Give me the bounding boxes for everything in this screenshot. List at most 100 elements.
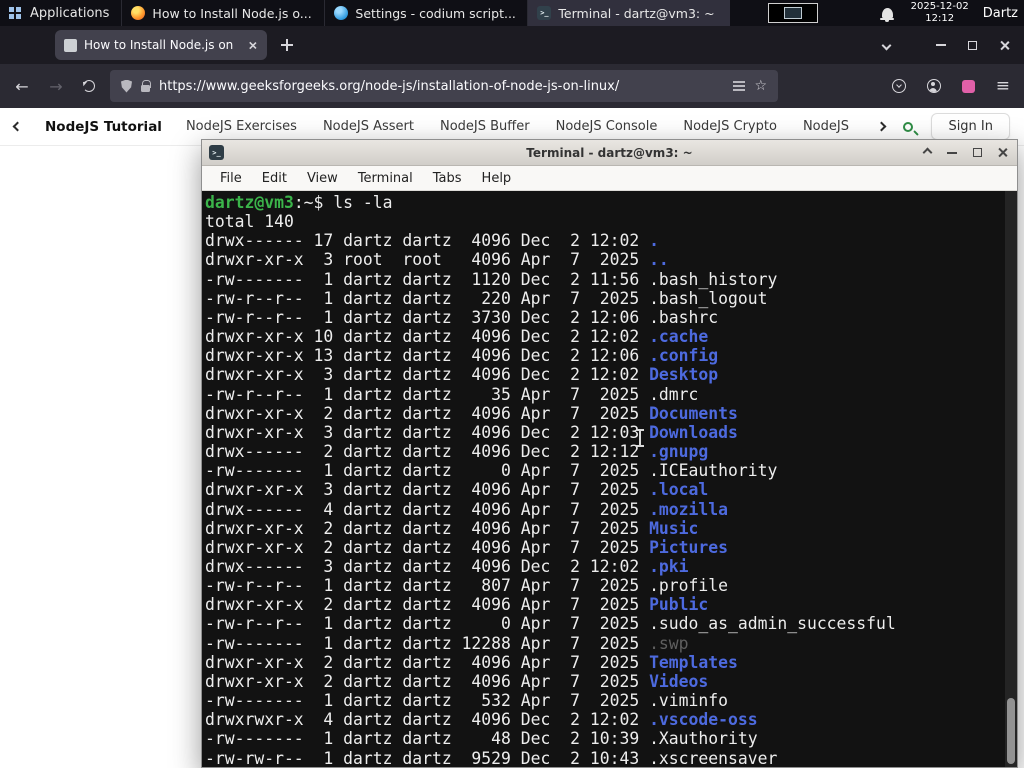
taskbar-button[interactable]: >_ Terminal - dartz@vm3: ~ xyxy=(527,0,731,26)
tab-title: How to Install Node.js on xyxy=(84,38,234,52)
reload-icon[interactable] xyxy=(83,80,95,92)
file-name: .dmrc xyxy=(649,384,699,404)
tracking-protection-shield-icon[interactable] xyxy=(121,79,132,93)
menu-tabs[interactable]: Tabs xyxy=(423,168,472,189)
file-name: .viminfo xyxy=(649,691,729,711)
ls-entry: -rw-r--r-- 1 dartz dartz 35 Apr 7 2025 .… xyxy=(205,384,699,404)
url-bar[interactable]: https://www.geeksforgeeks.org/node-js/in… xyxy=(110,70,778,102)
file-name: .bash_history xyxy=(649,269,778,289)
browser-close-button[interactable] xyxy=(999,40,1010,51)
ls-entry: -rw------- 1 dartz dartz 12288 Apr 7 202… xyxy=(205,633,689,653)
ls-entry: drwxr-xr-x 2 dartz dartz 4096 Apr 7 2025… xyxy=(205,595,709,615)
prompt-user-host: dartz@vm3 xyxy=(205,193,294,212)
forward-button[interactable]: → xyxy=(44,77,68,96)
taskbar-button[interactable]: Settings - codium script... xyxy=(324,0,527,26)
ls-entry: drwx------ 17 dartz dartz 4096 Dec 2 12:… xyxy=(205,231,659,251)
back-button[interactable]: ← xyxy=(10,77,34,96)
sitenav-link[interactable]: NodeJS DNS xyxy=(803,119,855,134)
directory-name: Documents xyxy=(649,403,738,423)
file-name: .profile xyxy=(649,576,729,596)
nav-scroll-left-icon[interactable] xyxy=(12,121,23,132)
navigation-toolbar: ← → https://www.geeksforgeeks.org/node-j… xyxy=(0,64,1024,108)
scrollbar-thumb[interactable] xyxy=(1007,698,1015,764)
terminal-menubar: File Edit View Terminal Tabs Help xyxy=(202,166,1017,191)
ls-entry: drwxr-xr-x 2 dartz dartz 4096 Apr 7 2025… xyxy=(205,518,699,538)
directory-name: . xyxy=(649,231,659,251)
directory-name: Music xyxy=(649,518,699,538)
directory-name: .local xyxy=(649,480,709,500)
ls-entry: drwx------ 3 dartz dartz 4096 Dec 2 12:0… xyxy=(205,556,689,576)
directory-name: Pictures xyxy=(649,537,729,557)
taskbar-button-label: Terminal - dartz@vm3: ~ xyxy=(558,5,715,21)
clock[interactable]: 2025-12-02 12:12 xyxy=(911,1,969,26)
ls-entry: drwxr-xr-x 2 dartz dartz 4096 Apr 7 2025… xyxy=(205,537,729,557)
browser-minimize-button[interactable] xyxy=(936,44,946,46)
ls-entry: -rw------- 1 dartz dartz 1120 Dec 2 11:5… xyxy=(205,269,778,289)
browser-window-controls xyxy=(936,40,1010,51)
ls-entry: drwxr-xr-x 3 dartz dartz 4096 Dec 2 12:0… xyxy=(205,365,719,385)
app-menu-icon[interactable]: ≡ xyxy=(996,76,1010,96)
browser-maximize-button[interactable] xyxy=(968,40,977,50)
clock-time: 12:12 xyxy=(925,13,955,24)
search-icon[interactable] xyxy=(903,121,914,132)
browser-tab[interactable]: How to Install Node.js on xyxy=(55,30,267,60)
minimize-button[interactable] xyxy=(944,145,960,161)
terminal-scrollbar[interactable] xyxy=(1005,191,1017,767)
account-icon[interactable] xyxy=(926,79,941,93)
url-text[interactable]: https://www.geeksforgeeks.org/node-js/in… xyxy=(159,79,724,94)
sign-in-button[interactable]: Sign In xyxy=(931,113,1010,140)
nav-scroll-right-icon[interactable] xyxy=(876,121,887,132)
tab-close-icon[interactable] xyxy=(248,41,257,50)
sitenav-link[interactable]: NodeJS Assert xyxy=(323,119,414,134)
text-cursor-pointer xyxy=(636,429,644,447)
bookmark-star-icon[interactable]: ☆ xyxy=(754,78,767,94)
taskbar-button-label: Settings - codium script... xyxy=(355,5,516,21)
menu-terminal[interactable]: Terminal xyxy=(348,168,423,189)
notifications-bell-icon[interactable] xyxy=(880,8,895,22)
close-button[interactable] xyxy=(994,145,1010,161)
reader-mode-icon[interactable] xyxy=(733,81,746,83)
ls-entry: drwxr-xr-x 3 dartz dartz 4096 Dec 2 12:0… xyxy=(205,422,738,442)
firefox-icon xyxy=(131,6,146,20)
taskbar: How to Install Node.js o... Settings - co… xyxy=(121,0,731,26)
maximize-button[interactable] xyxy=(969,145,985,161)
new-tab-button[interactable] xyxy=(281,39,293,51)
applications-menu[interactable]: Applications xyxy=(0,0,121,26)
taskbar-button[interactable]: How to Install Node.js o... xyxy=(121,0,324,26)
directory-name: .config xyxy=(649,346,719,366)
taskbar-button-label: How to Install Node.js o... xyxy=(152,5,312,21)
ls-entry: -rw-rw-r-- 1 dartz dartz 9529 Dec 2 10:4… xyxy=(205,748,778,767)
ls-entry: -rw-r--r-- 1 dartz dartz 807 Apr 7 2025 … xyxy=(205,576,729,596)
session-username[interactable]: Dartz xyxy=(983,6,1018,21)
sitenav-link[interactable]: NodeJS Buffer xyxy=(440,119,530,134)
directory-name: Videos xyxy=(649,671,709,691)
directory-name: .gnupg xyxy=(649,442,709,462)
pocket-icon[interactable] xyxy=(891,79,906,93)
ls-entry: drwxr-xr-x 2 dartz dartz 4096 Apr 7 2025… xyxy=(205,671,709,691)
ls-entry: drwxr-xr-x 3 root root 4096 Apr 7 2025 .… xyxy=(205,250,669,270)
prompt-path: :~$ xyxy=(293,193,334,212)
workspace-switcher[interactable] xyxy=(767,3,818,23)
terminal-screen[interactable]: dartz@vm3:~$ ls -la total 140 drwx------ 1… xyxy=(202,191,1017,767)
file-name: .xscreensaver xyxy=(649,748,778,767)
ls-entry: drwxr-xr-x 2 dartz dartz 4096 Apr 7 2025… xyxy=(205,403,738,423)
menu-help[interactable]: Help xyxy=(472,168,522,189)
shade-button[interactable] xyxy=(919,145,935,161)
menu-edit[interactable]: Edit xyxy=(252,168,297,189)
sitenav-link[interactable]: NodeJS Crypto xyxy=(683,119,777,134)
extension-icon[interactable] xyxy=(961,79,975,93)
sitenav-current[interactable]: NodeJS Tutorial xyxy=(45,119,162,135)
sitenav-link[interactable]: NodeJS Exercises xyxy=(186,119,297,134)
menu-view[interactable]: View xyxy=(297,168,348,189)
ls-entry: drwxr-xr-x 2 dartz dartz 4096 Apr 7 2025… xyxy=(205,652,738,672)
https-lock-icon[interactable] xyxy=(141,79,151,92)
top-panel: Applications How to Install Node.js o...… xyxy=(0,0,1024,26)
terminal-titlebar[interactable]: >_ Terminal - dartz@vm3: ~ xyxy=(202,140,1017,166)
menu-file[interactable]: File xyxy=(210,168,252,189)
list-all-tabs-icon[interactable] xyxy=(881,40,892,50)
ls-entry: -rw------- 1 dartz dartz 532 Apr 7 2025 … xyxy=(205,691,729,711)
file-name: .swp xyxy=(649,633,689,653)
sitenav-right: Sign In xyxy=(876,113,1010,140)
terminal-app-icon: >_ xyxy=(209,145,224,160)
sitenav-link[interactable]: NodeJS Console xyxy=(556,119,658,134)
